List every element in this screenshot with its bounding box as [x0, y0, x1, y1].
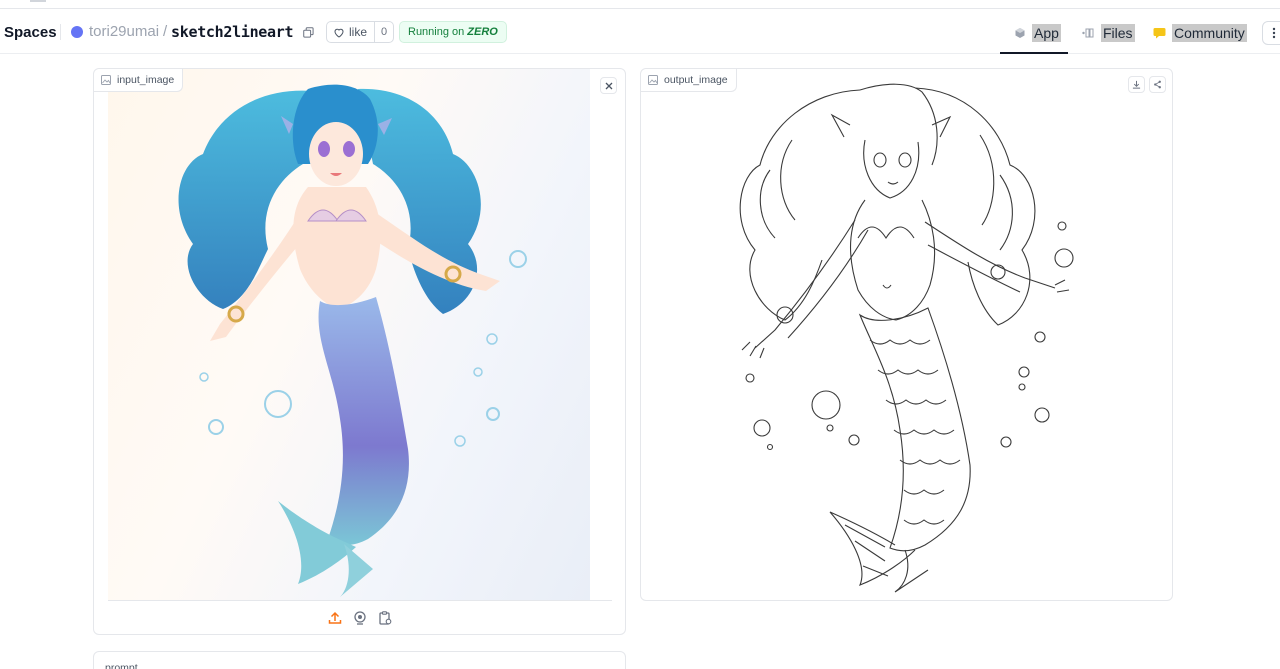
files-icon — [1082, 28, 1094, 38]
runtime-badge[interactable]: Running on ZERO — [399, 21, 507, 43]
owner-link[interactable]: tori29umai — [89, 23, 159, 40]
spaces-link[interactable]: Spaces — [4, 24, 57, 41]
runtime-hardware: ZERO — [467, 26, 498, 38]
upload-icon[interactable] — [327, 610, 343, 626]
more-options-button[interactable] — [1262, 21, 1280, 45]
image-source-selector — [327, 610, 393, 626]
download-icon — [1132, 80, 1141, 89]
clear-image-button[interactable] — [600, 77, 617, 94]
like-count[interactable]: 0 — [374, 22, 393, 42]
tab-app[interactable]: App — [1014, 22, 1061, 44]
community-icon — [1153, 28, 1166, 39]
share-button[interactable] — [1149, 76, 1166, 93]
mermaid-color-sketch — [178, 84, 527, 597]
space-header: Spaces tori29umai / sketch2lineart like … — [0, 10, 1280, 54]
like-button[interactable]: like 0 — [326, 21, 395, 43]
input-sketch-image[interactable] — [108, 69, 590, 600]
brand-divider — [60, 24, 61, 40]
prompt-label: prompt — [105, 662, 138, 669]
input-image-label: input_image — [94, 69, 184, 92]
tab-community[interactable]: Community — [1153, 22, 1247, 44]
app-cube-icon — [1015, 28, 1025, 38]
clipboard-icon[interactable] — [377, 610, 393, 626]
kebab-icon — [1272, 27, 1276, 39]
tab-app-label: App — [1032, 24, 1061, 42]
like-label: like — [349, 25, 368, 39]
top-strip-mark — [30, 0, 46, 2]
active-tab-indicator — [1000, 52, 1068, 54]
output-image-label: output_image — [641, 69, 737, 92]
input-image-label-text: input_image — [117, 74, 175, 86]
output-lineart-image[interactable] — [700, 80, 1100, 595]
output-image-label-text: output_image — [664, 74, 728, 86]
tab-community-label: Community — [1172, 24, 1247, 42]
owner-avatar[interactable] — [71, 26, 83, 38]
tab-files-label: Files — [1101, 24, 1135, 42]
image-icon — [101, 75, 111, 85]
copy-icon[interactable] — [303, 27, 314, 38]
close-icon — [605, 82, 612, 89]
mermaid-lineart — [739, 83, 1074, 593]
image-icon — [648, 75, 658, 85]
webcam-icon[interactable] — [352, 610, 368, 626]
download-button[interactable] — [1128, 76, 1145, 93]
input-toolbar-divider — [108, 600, 612, 601]
heart-icon — [334, 28, 344, 38]
prompt-panel: prompt — [93, 651, 626, 669]
top-strip — [0, 0, 1280, 9]
space-name[interactable]: sketch2lineart — [171, 23, 294, 41]
share-icon — [1154, 80, 1161, 89]
like-label-wrap[interactable]: like — [327, 22, 374, 42]
runtime-prefix: Running on — [408, 26, 465, 38]
tab-files[interactable]: Files — [1082, 22, 1135, 44]
breadcrumb-separator: / — [163, 23, 168, 40]
